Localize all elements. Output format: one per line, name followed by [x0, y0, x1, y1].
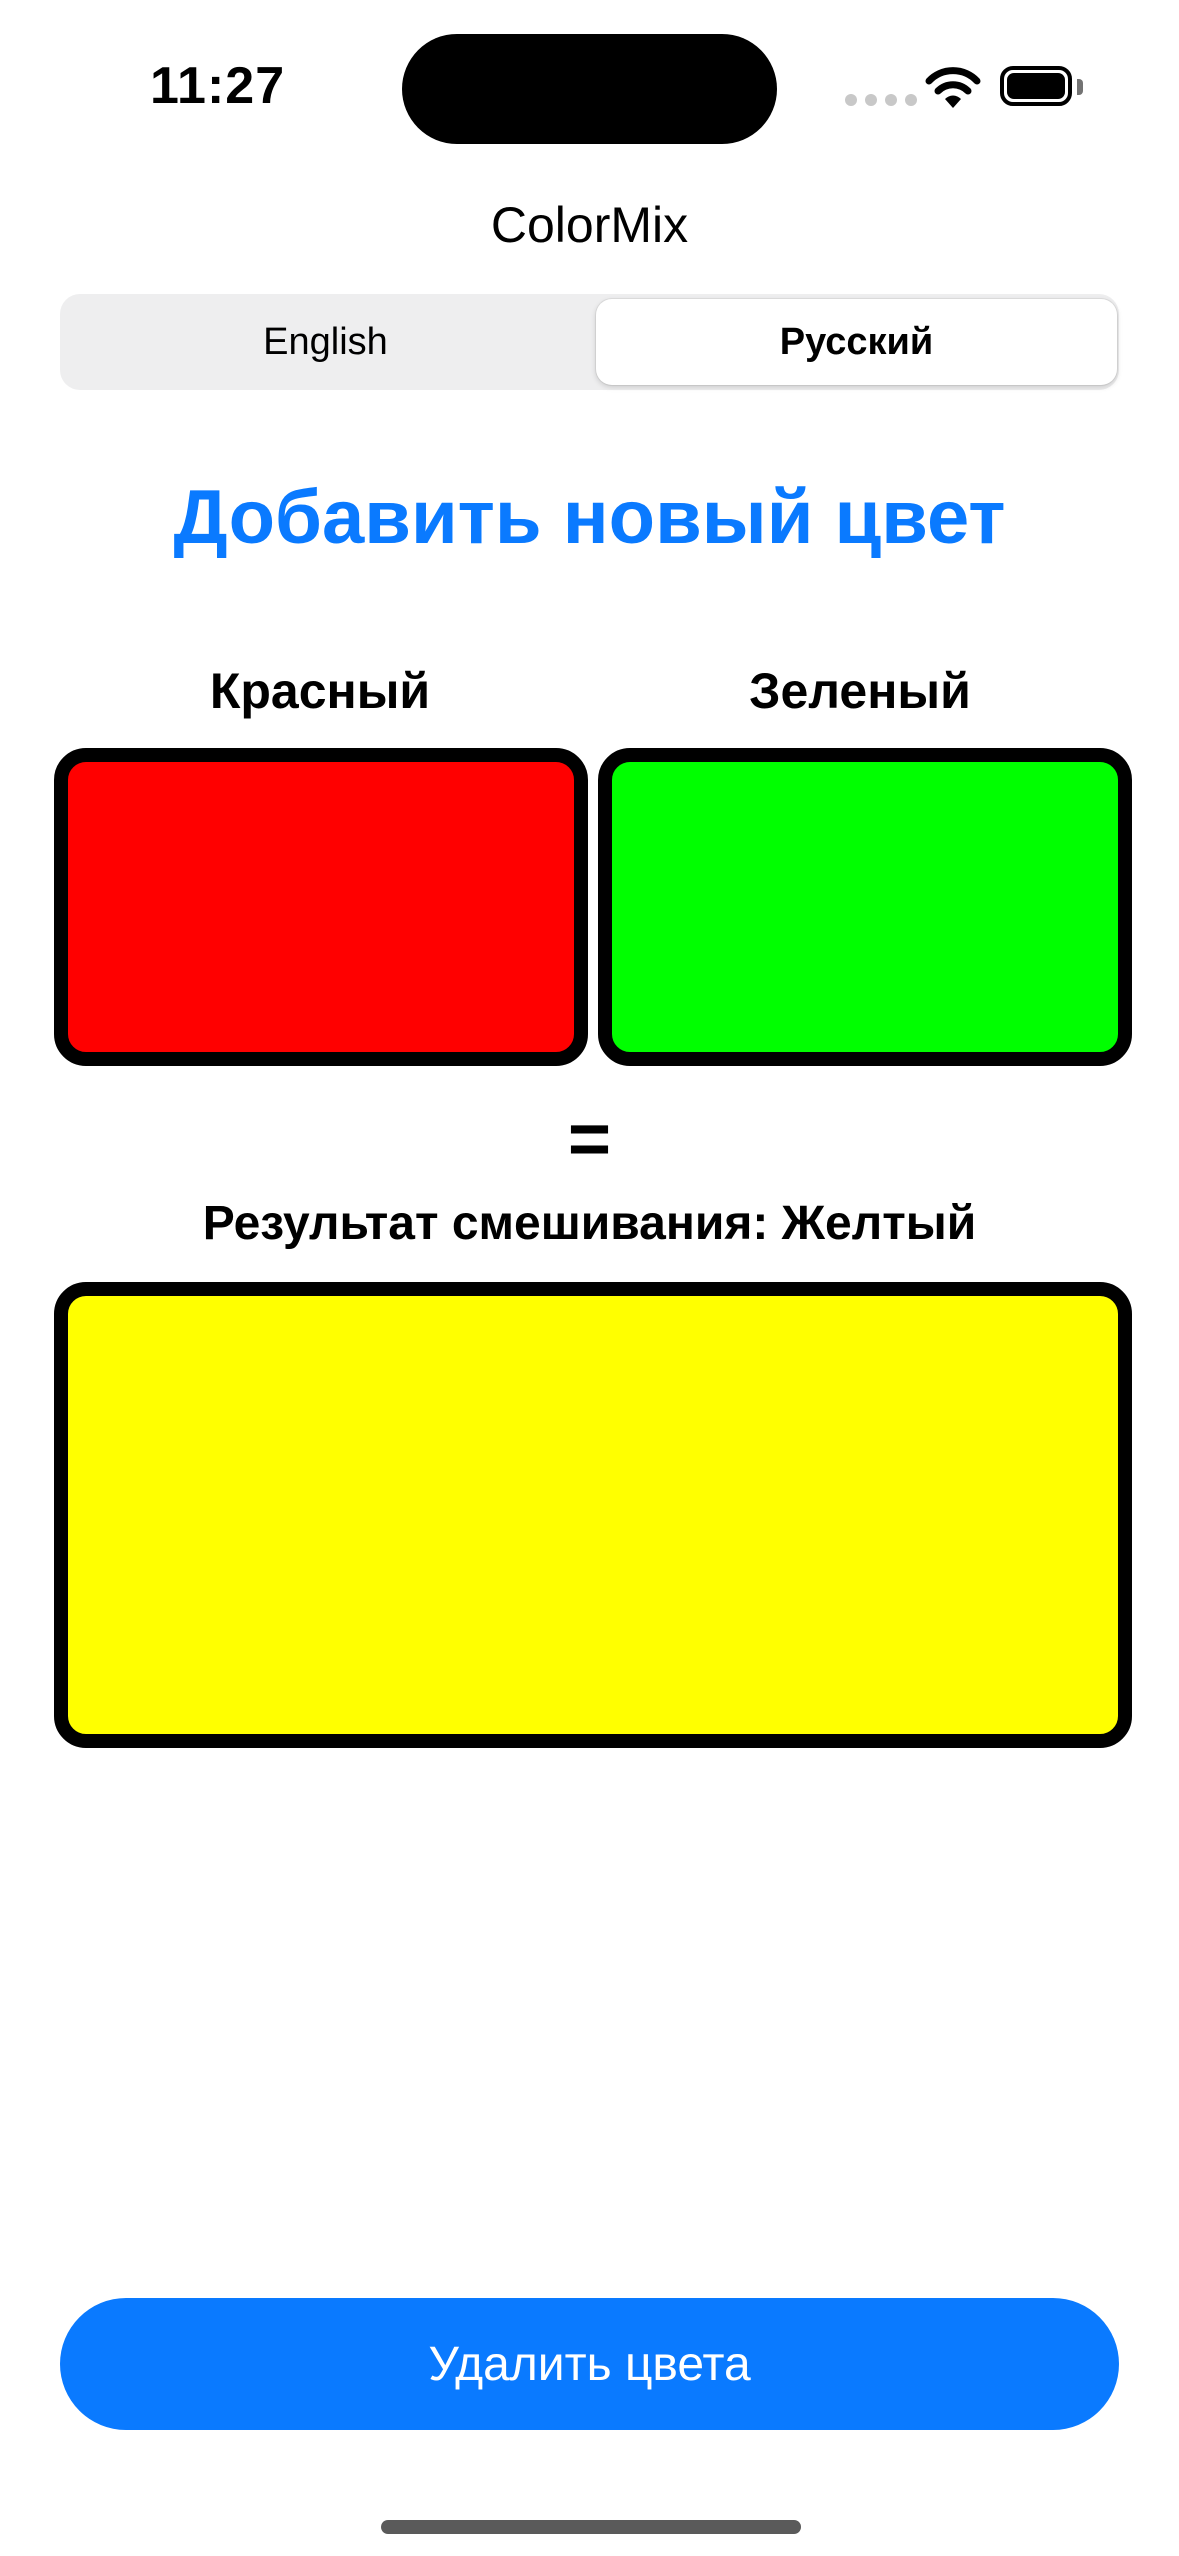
first-color-label: Красный [209, 663, 431, 719]
wifi-icon [925, 67, 981, 108]
status-time: 11:27 [150, 57, 286, 115]
dynamic-island [402, 34, 777, 144]
battery-cap-icon [1077, 79, 1083, 95]
equals-sign: = [567, 1097, 612, 1180]
add-new-color-button[interactable]: Добавить новый цвет [0, 474, 1179, 561]
mix-result-label: Результат смешивания: Желтый [202, 1197, 977, 1250]
nav-title: ColorMix [490, 197, 689, 253]
first-color-swatch[interactable] [54, 748, 588, 1066]
battery-icon [1000, 66, 1072, 106]
result-color-swatch [54, 1282, 1132, 1748]
segment-english[interactable]: English [65, 299, 586, 385]
language-segmented-control: English Русский [60, 294, 1119, 390]
second-color-swatch[interactable] [598, 748, 1132, 1066]
segment-russian[interactable]: Русский [596, 299, 1117, 385]
cellular-signal-icon [845, 94, 917, 106]
delete-colors-button[interactable]: Удалить цвета [60, 2298, 1119, 2430]
second-color-label: Зеленый [749, 663, 971, 719]
home-indicator[interactable] [381, 2520, 801, 2534]
